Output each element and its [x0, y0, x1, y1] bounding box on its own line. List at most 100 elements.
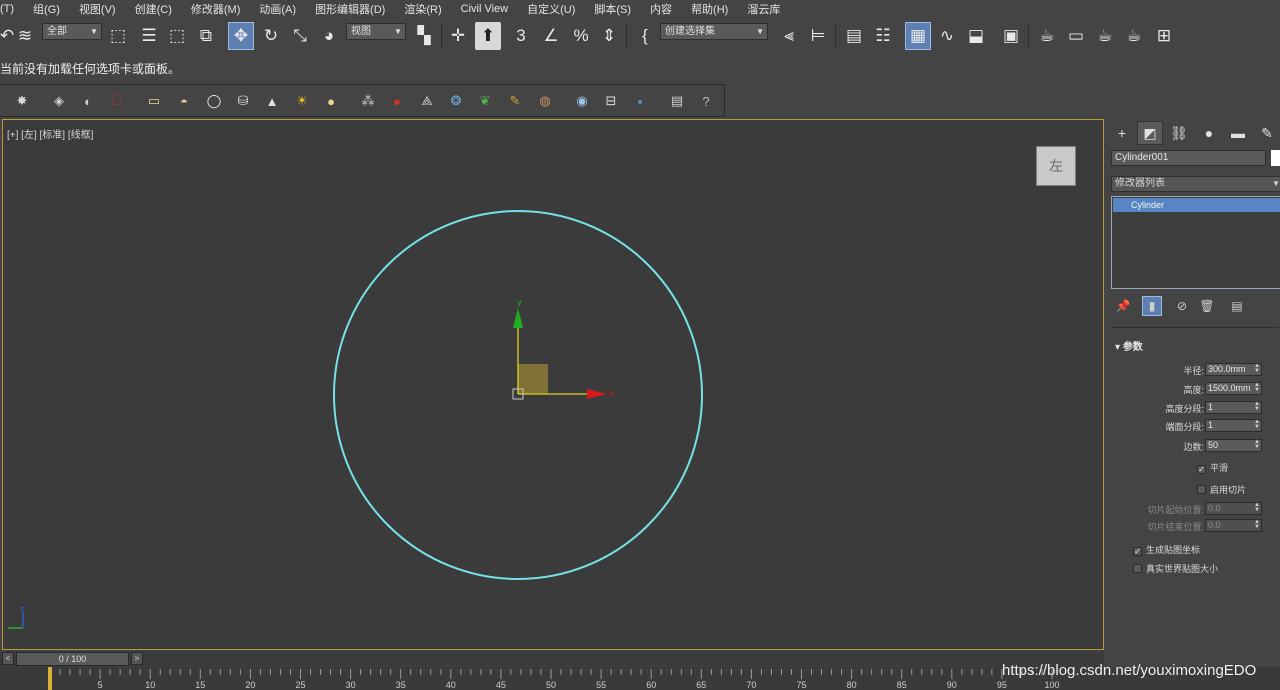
menu-item-5[interactable]: 动画(A)	[259, 1, 296, 17]
slice-on-checkbox-row[interactable]: 启用切片	[1197, 483, 1246, 495]
rect-region-icon[interactable]: ⬚	[164, 22, 190, 50]
named-selection-dropdown[interactable]: 创建选择集 ▼	[660, 23, 768, 40]
real-world-checkbox-row[interactable]: 真实世界贴图大小	[1133, 562, 1218, 574]
stack-item-cylinder[interactable]: Cylinder	[1113, 198, 1280, 212]
selection-filter-dropdown[interactable]: 全部 ▼	[42, 23, 102, 40]
rendered-frame-icon[interactable]: ▭	[1063, 22, 1089, 50]
schematic-view-icon[interactable]: ⬓	[963, 22, 989, 50]
modifier-list-dropdown[interactable]: 修改器列表 ▼	[1111, 176, 1280, 192]
menu-item-4[interactable]: 修改器(M)	[191, 1, 241, 17]
mesh-icon[interactable]: ⊟	[601, 91, 621, 111]
time-slider-prev-button[interactable]: <	[2, 652, 14, 665]
teapot-icon[interactable]: ⛁	[233, 91, 253, 111]
smooth-checkbox[interactable]: ✓	[1197, 465, 1206, 474]
render-iterative-icon[interactable]: ☕	[1121, 22, 1147, 50]
edit-named-selection-icon[interactable]: {	[632, 22, 658, 50]
menu-item-12[interactable]: 帮助(H)	[691, 1, 728, 17]
hierarchy-tab-icon[interactable]: ⛓	[1166, 121, 1192, 145]
time-slider-next-button[interactable]: >	[131, 652, 143, 665]
utilities-tab-icon[interactable]: ✎	[1254, 121, 1280, 145]
height-spinner[interactable]: 1500.0mm ▲ ▼	[1205, 382, 1262, 395]
help-icon[interactable]: ?	[696, 91, 716, 111]
object-name-field[interactable]: Cylinder001	[1111, 150, 1266, 166]
toggle-ribbon-icon[interactable]: ☷	[870, 22, 896, 50]
hemisphere-icon[interactable]: ◓	[174, 91, 194, 111]
spinner-arrows-icon[interactable]: ▲ ▼	[1254, 401, 1260, 412]
space-warp-icon[interactable]: ❂	[446, 91, 466, 111]
menu-item-10[interactable]: 脚本(S)	[594, 1, 631, 17]
menu-item-2[interactable]: 视图(V)	[79, 1, 116, 17]
shell-icon[interactable]: ◍	[535, 91, 555, 111]
camera-icon[interactable]: ◈	[49, 91, 69, 111]
menu-item-3[interactable]: 创建(C)	[135, 1, 172, 17]
layer-explorer-icon[interactable]: ▤	[841, 22, 867, 50]
sun-icon[interactable]: ☀	[292, 91, 312, 111]
cap-segments-spinner[interactable]: 1 ▲ ▼	[1205, 419, 1262, 432]
foliage-icon[interactable]: ❦	[475, 91, 495, 111]
menu-item-8[interactable]: Civil View	[461, 3, 508, 15]
mirror-icon[interactable]: ⫷	[776, 22, 802, 50]
cone-icon[interactable]: ▲	[262, 91, 282, 111]
slice-on-checkbox[interactable]	[1197, 485, 1206, 494]
height-segments-spinner[interactable]: 1 ▲ ▼	[1205, 401, 1262, 414]
sphere-icon[interactable]: ◯	[204, 91, 224, 111]
material-editor-icon[interactable]: ▣	[998, 22, 1024, 50]
box-icon[interactable]: ▭	[144, 91, 164, 111]
configure-modifier-sets-icon[interactable]: ▤	[1227, 296, 1247, 316]
pin-stack-icon[interactable]: 📌	[1113, 296, 1133, 316]
menu-item-13[interactable]: 溜云库	[747, 1, 780, 17]
plane-sphere-icon[interactable]: ●	[321, 91, 341, 111]
spinner-arrows-icon[interactable]: ▲ ▼	[1254, 439, 1260, 450]
gen-map-checkbox[interactable]: ✓	[1133, 547, 1142, 556]
make-unique-icon[interactable]: ⊘	[1172, 296, 1192, 316]
parameters-rollout-title[interactable]: ▾ 参数	[1115, 338, 1143, 353]
spinner-arrows-icon[interactable]: ▲ ▼	[1254, 519, 1260, 530]
slice-from-spinner[interactable]: 0.0 ▲ ▼	[1205, 502, 1262, 515]
curve-editor-icon[interactable]: ▦	[905, 22, 931, 50]
spinner-arrows-icon[interactable]: ▲ ▼	[1254, 419, 1260, 430]
menu-item-1[interactable]: 组(G)	[33, 1, 60, 17]
current-frame-marker[interactable]	[48, 667, 52, 690]
menu-item-7[interactable]: 渲染(R)	[404, 1, 441, 17]
spinner-arrows-icon[interactable]: ▲ ▼	[1254, 382, 1260, 393]
angle-snap-icon[interactable]: ∠	[538, 22, 564, 50]
select-and-link-icon[interactable]: ✛	[445, 22, 471, 50]
manipulate-icon[interactable]: ⬆	[475, 22, 501, 50]
helper-icon[interactable]: ⟁	[417, 91, 437, 111]
create-tab-icon[interactable]: +	[1109, 121, 1135, 145]
teapot-camera-icon[interactable]: ⛶	[107, 91, 127, 111]
remove-modifier-icon[interactable]: 🗑	[1197, 296, 1217, 316]
sides-spinner[interactable]: 50 ▲ ▼	[1205, 439, 1262, 452]
pivot-icon[interactable]: ▚	[411, 22, 437, 50]
menu-item-9[interactable]: 自定义(U)	[527, 1, 575, 17]
modifier-stack[interactable]: Cylinder	[1111, 196, 1280, 289]
select-object-icon[interactable]: ⬚	[105, 22, 131, 50]
spinner-arrows-icon[interactable]: ▲ ▼	[1254, 363, 1260, 374]
select-by-name-icon[interactable]: ☰	[136, 22, 162, 50]
cylinder-outline[interactable]	[333, 210, 703, 580]
sphere-half-icon[interactable]: ◐	[78, 91, 98, 111]
time-slider[interactable]: < 0 / 100 >	[0, 651, 1104, 667]
spinner-arrows-icon[interactable]: ▲ ▼	[1254, 502, 1260, 513]
gizmo-y-arrow[interactable]	[513, 308, 523, 328]
display-tab-icon[interactable]: ▬	[1225, 121, 1251, 145]
smooth-checkbox-row[interactable]: ✓ 平滑	[1197, 461, 1228, 474]
dynamics-icon[interactable]: ●	[387, 91, 407, 111]
link-icon[interactable]: ≋	[12, 22, 38, 50]
real-world-checkbox[interactable]	[1133, 564, 1142, 573]
viewport-left[interactable]: [+] [左] [标准] [线框] y x z 左	[2, 119, 1104, 650]
spinner-snap-icon[interactable]: ⇕	[596, 22, 622, 50]
dope-sheet-icon[interactable]: ∿	[934, 22, 960, 50]
viewcube[interactable]: 左	[1036, 146, 1076, 186]
gen-map-checkbox-row[interactable]: ✓ 生成贴图坐标	[1133, 543, 1200, 556]
align-icon[interactable]: ⊨	[805, 22, 831, 50]
snap-3d-icon[interactable]: 3	[508, 22, 534, 50]
radius-spinner[interactable]: 300.0mm ▲ ▼	[1205, 363, 1262, 376]
motion-tab-icon[interactable]: ●	[1196, 121, 1222, 145]
menu-item-6[interactable]: 图形编辑器(D)	[315, 1, 385, 17]
render-icon[interactable]: ☕	[1092, 22, 1118, 50]
modify-tab-icon[interactable]: ◩	[1137, 121, 1163, 145]
time-slider-thumb[interactable]: 0 / 100	[16, 652, 129, 666]
menu-item-0[interactable]: (T)	[0, 3, 14, 15]
clipboard-icon[interactable]: ▤	[667, 91, 687, 111]
